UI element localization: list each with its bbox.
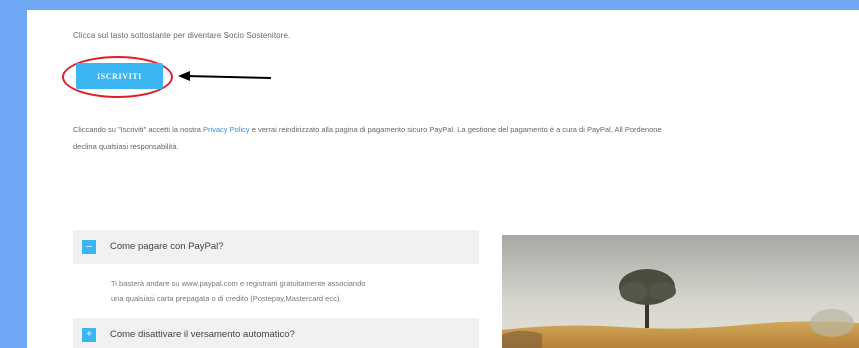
landscape-photo [502, 235, 859, 348]
faq-item-title: Come pagare con PayPal? [110, 241, 224, 252]
privacy-policy-link[interactable]: Privacy Policy [203, 125, 250, 134]
faq-accordion: – Come pagare con PayPal? Ti basterà and… [73, 230, 479, 348]
faq-item-body: Ti basterà andare su www.paypal.com e re… [73, 264, 479, 318]
subscribe-button[interactable]: ISCRIVITI [76, 63, 163, 89]
faq-item-title: Come disattivare il versamento automatic… [110, 329, 295, 340]
faq-body-line-1: Ti basterà andare su www.paypal.com e re… [111, 279, 366, 288]
notice-text-after: e verrai reindirizzato alla pagina di pa… [249, 125, 662, 134]
intro-text: Clicca sul tasto sottostante per diventa… [73, 31, 291, 40]
page-content: Clicca sul tasto sottostante per diventa… [27, 10, 859, 348]
privacy-notice: Cliccando su "Iscriviti" accetti la nost… [73, 121, 859, 155]
expand-icon[interactable]: + [82, 328, 96, 342]
faq-item-header-automatic-payment[interactable]: + Come disattivare il versamento automat… [73, 318, 479, 348]
pointer-arrow-icon [178, 71, 272, 81]
faq-body-line-2: una qualsiasi carta prepagata o di credi… [111, 294, 342, 303]
privacy-notice-line-2: declina qualsiasi responsabilità. [73, 142, 179, 151]
faq-item-header-paypal[interactable]: – Come pagare con PayPal? [73, 230, 479, 264]
privacy-notice-line-1: Cliccando su "Iscriviti" accetti la nost… [73, 121, 859, 138]
collapse-icon[interactable]: – [82, 240, 96, 254]
notice-text-before: Cliccando su "Iscriviti" accetti la nost… [73, 125, 203, 134]
